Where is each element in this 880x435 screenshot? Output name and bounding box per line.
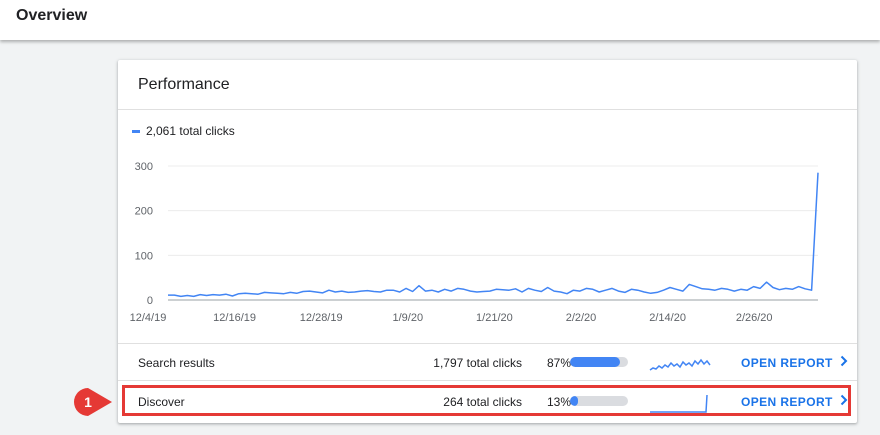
y-tick-label: 300 [135, 161, 153, 173]
x-tick-label: 1/9/20 [393, 312, 424, 324]
x-tick-label: 12/28/19 [300, 312, 343, 324]
chevron-right-icon [840, 394, 848, 409]
row-divider [118, 380, 857, 381]
row-clicks: 264 total clicks [443, 395, 522, 409]
x-tick-label: 2/14/20 [649, 312, 686, 324]
open-report-button[interactable]: OPEN REPORT [741, 394, 848, 409]
row-percent: 87% [547, 356, 572, 370]
x-tick-label: 2/26/20 [736, 312, 773, 324]
page-title: Overview [16, 7, 88, 24]
row-search-results[interactable]: Search results 1,797 total clicks 87% OP… [118, 344, 857, 381]
sparkline [649, 358, 711, 371]
clicks-series-line [168, 172, 819, 298]
row-label: Search results [138, 356, 215, 370]
y-tick-label: 200 [135, 206, 153, 218]
share-bar [570, 396, 628, 406]
step-number: 1 [84, 394, 92, 410]
open-report-button[interactable]: OPEN REPORT [741, 355, 848, 370]
open-report-label: OPEN REPORT [741, 355, 833, 370]
top-bar: Overview [0, 0, 880, 40]
x-tick-label: 12/4/19 [130, 312, 167, 324]
step-badge: 1 [70, 386, 114, 418]
row-label: Discover [138, 395, 185, 409]
chevron-right-icon [840, 355, 848, 370]
sparkline [650, 394, 708, 413]
share-bar [570, 357, 628, 367]
row-clicks: 1,797 total clicks [433, 356, 522, 370]
clicks-chart: 300 200 100 0 12/4/19 12/16/19 12/28/19 1/9/20… [130, 161, 819, 324]
x-tick-label: 2/2/20 [566, 312, 597, 324]
row-percent: 13% [547, 395, 572, 409]
share-bar-fill [570, 357, 621, 367]
share-bar-fill [570, 396, 579, 406]
performance-card: Performance 2,061 total clicks 300 200 100… [118, 60, 857, 423]
x-tick-label: 1/21/20 [476, 312, 513, 324]
y-tick-label: 100 [135, 250, 153, 262]
x-tick-label: 12/16/19 [213, 312, 256, 324]
row-discover[interactable]: Discover 264 total clicks 13% OPEN REPOR… [118, 383, 857, 420]
open-report-label: OPEN REPORT [741, 394, 833, 409]
y-tick-label: 0 [147, 295, 153, 307]
